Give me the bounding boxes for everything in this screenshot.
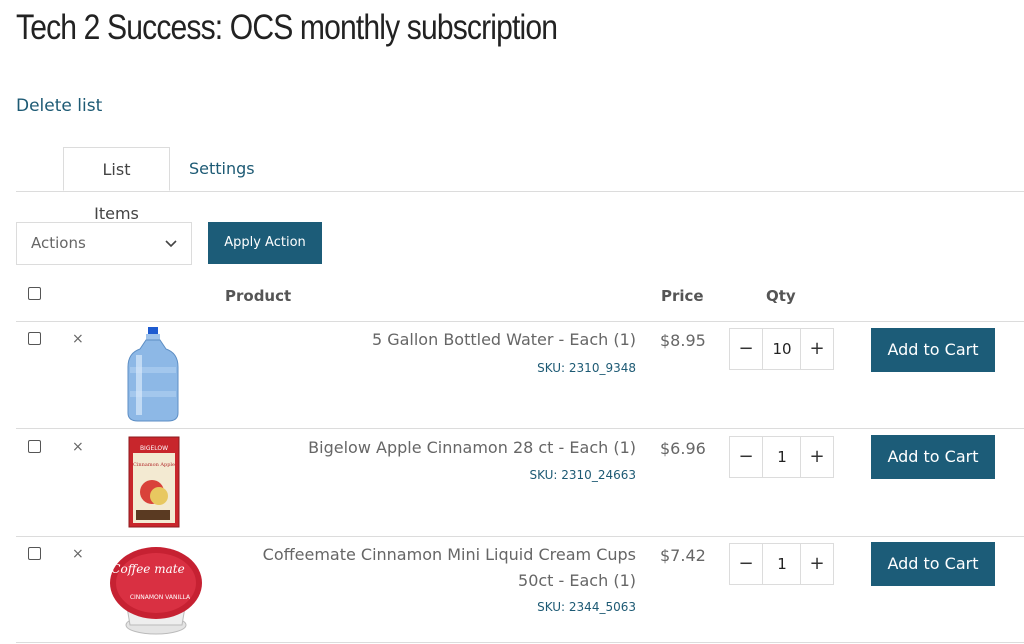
product-price: $7.42 [660, 546, 706, 565]
column-header-qty: Qty [766, 287, 796, 305]
add-to-cart-button[interactable]: Add to Cart [871, 435, 995, 479]
quantity-input[interactable] [763, 329, 801, 369]
tea-box-icon: BIGELOW Cinnamon Apple [128, 436, 180, 528]
remove-item-icon[interactable]: × [72, 331, 84, 347]
product-text: CINNAMON VANILLA [130, 594, 191, 601]
divider [16, 428, 1024, 429]
product-image: Coffee mate CINNAMON VANILLA [108, 543, 204, 641]
delete-list-link[interactable]: Delete list [16, 96, 102, 116]
brand-text: BIGELOW [140, 445, 168, 452]
divider [16, 536, 1024, 537]
page: Tech 2 Success: OCS monthly subscription… [0, 0, 1024, 644]
product-sku: SKU: 2310_24663 [529, 468, 636, 482]
row-checkbox[interactable] [28, 440, 41, 453]
product-sku: SKU: 2310_9348 [537, 361, 636, 375]
product-text: Cinnamon Apple [133, 462, 175, 468]
chevron-down-icon [165, 223, 177, 281]
remove-item-icon[interactable]: × [72, 546, 84, 562]
quantity-input[interactable] [763, 437, 801, 477]
add-to-cart-button[interactable]: Add to Cart [871, 542, 995, 586]
product-name[interactable]: Coffeemate Cinnamon Mini Liquid Cream Cu… [216, 542, 636, 594]
add-to-cart-button[interactable]: Add to Cart [871, 328, 995, 372]
remove-item-icon[interactable]: × [72, 439, 84, 455]
quantity-stepper: − + [729, 436, 834, 478]
product-name-line-1: Coffeemate Cinnamon Mini Liquid Cream Cu… [262, 545, 636, 564]
water-jug-icon [127, 327, 179, 422]
column-header-product: Product [225, 287, 292, 305]
product-price: $6.96 [660, 439, 706, 458]
select-all-checkbox[interactable] [28, 287, 41, 300]
decrease-quantity-button[interactable]: − [730, 544, 763, 584]
tab-list-items[interactable]: List Items [63, 147, 170, 223]
increase-quantity-button[interactable]: + [800, 544, 833, 584]
row-checkbox[interactable] [28, 547, 41, 560]
increase-quantity-button[interactable]: + [800, 437, 833, 477]
page-title: Tech 2 Success: OCS monthly subscription [16, 8, 558, 47]
tab-settings[interactable]: Settings [174, 147, 270, 191]
divider [16, 321, 1024, 322]
product-image: BIGELOW Cinnamon Apple [128, 436, 180, 532]
product-name[interactable]: 5 Gallon Bottled Water - Each (1) [216, 327, 636, 353]
product-name-line-2: 50ct - Each (1) [518, 571, 636, 590]
decrease-quantity-button[interactable]: − [730, 437, 763, 477]
decrease-quantity-button[interactable]: − [730, 329, 763, 369]
increase-quantity-button[interactable]: + [800, 329, 833, 369]
quantity-input[interactable] [763, 544, 801, 584]
product-image [126, 327, 180, 427]
row-checkbox[interactable] [28, 332, 41, 345]
column-header-price: Price [661, 287, 704, 305]
tab-bar: List Items Settings [16, 147, 1024, 223]
quantity-stepper: − + [729, 328, 834, 370]
product-sku: SKU: 2344_5063 [537, 600, 636, 614]
actions-selected-value: Actions [31, 234, 86, 252]
actions-dropdown[interactable]: Actions [16, 222, 192, 265]
apply-action-button[interactable]: Apply Action [208, 222, 322, 264]
quantity-stepper: − + [729, 543, 834, 585]
brand-text: Coffee mate [111, 562, 184, 576]
product-price: $8.95 [660, 331, 706, 350]
divider [16, 642, 1024, 643]
product-name[interactable]: Bigelow Apple Cinnamon 28 ct - Each (1) [216, 435, 636, 461]
creamer-cup-icon: Coffee mate CINNAMON VANILLA [110, 547, 202, 635]
